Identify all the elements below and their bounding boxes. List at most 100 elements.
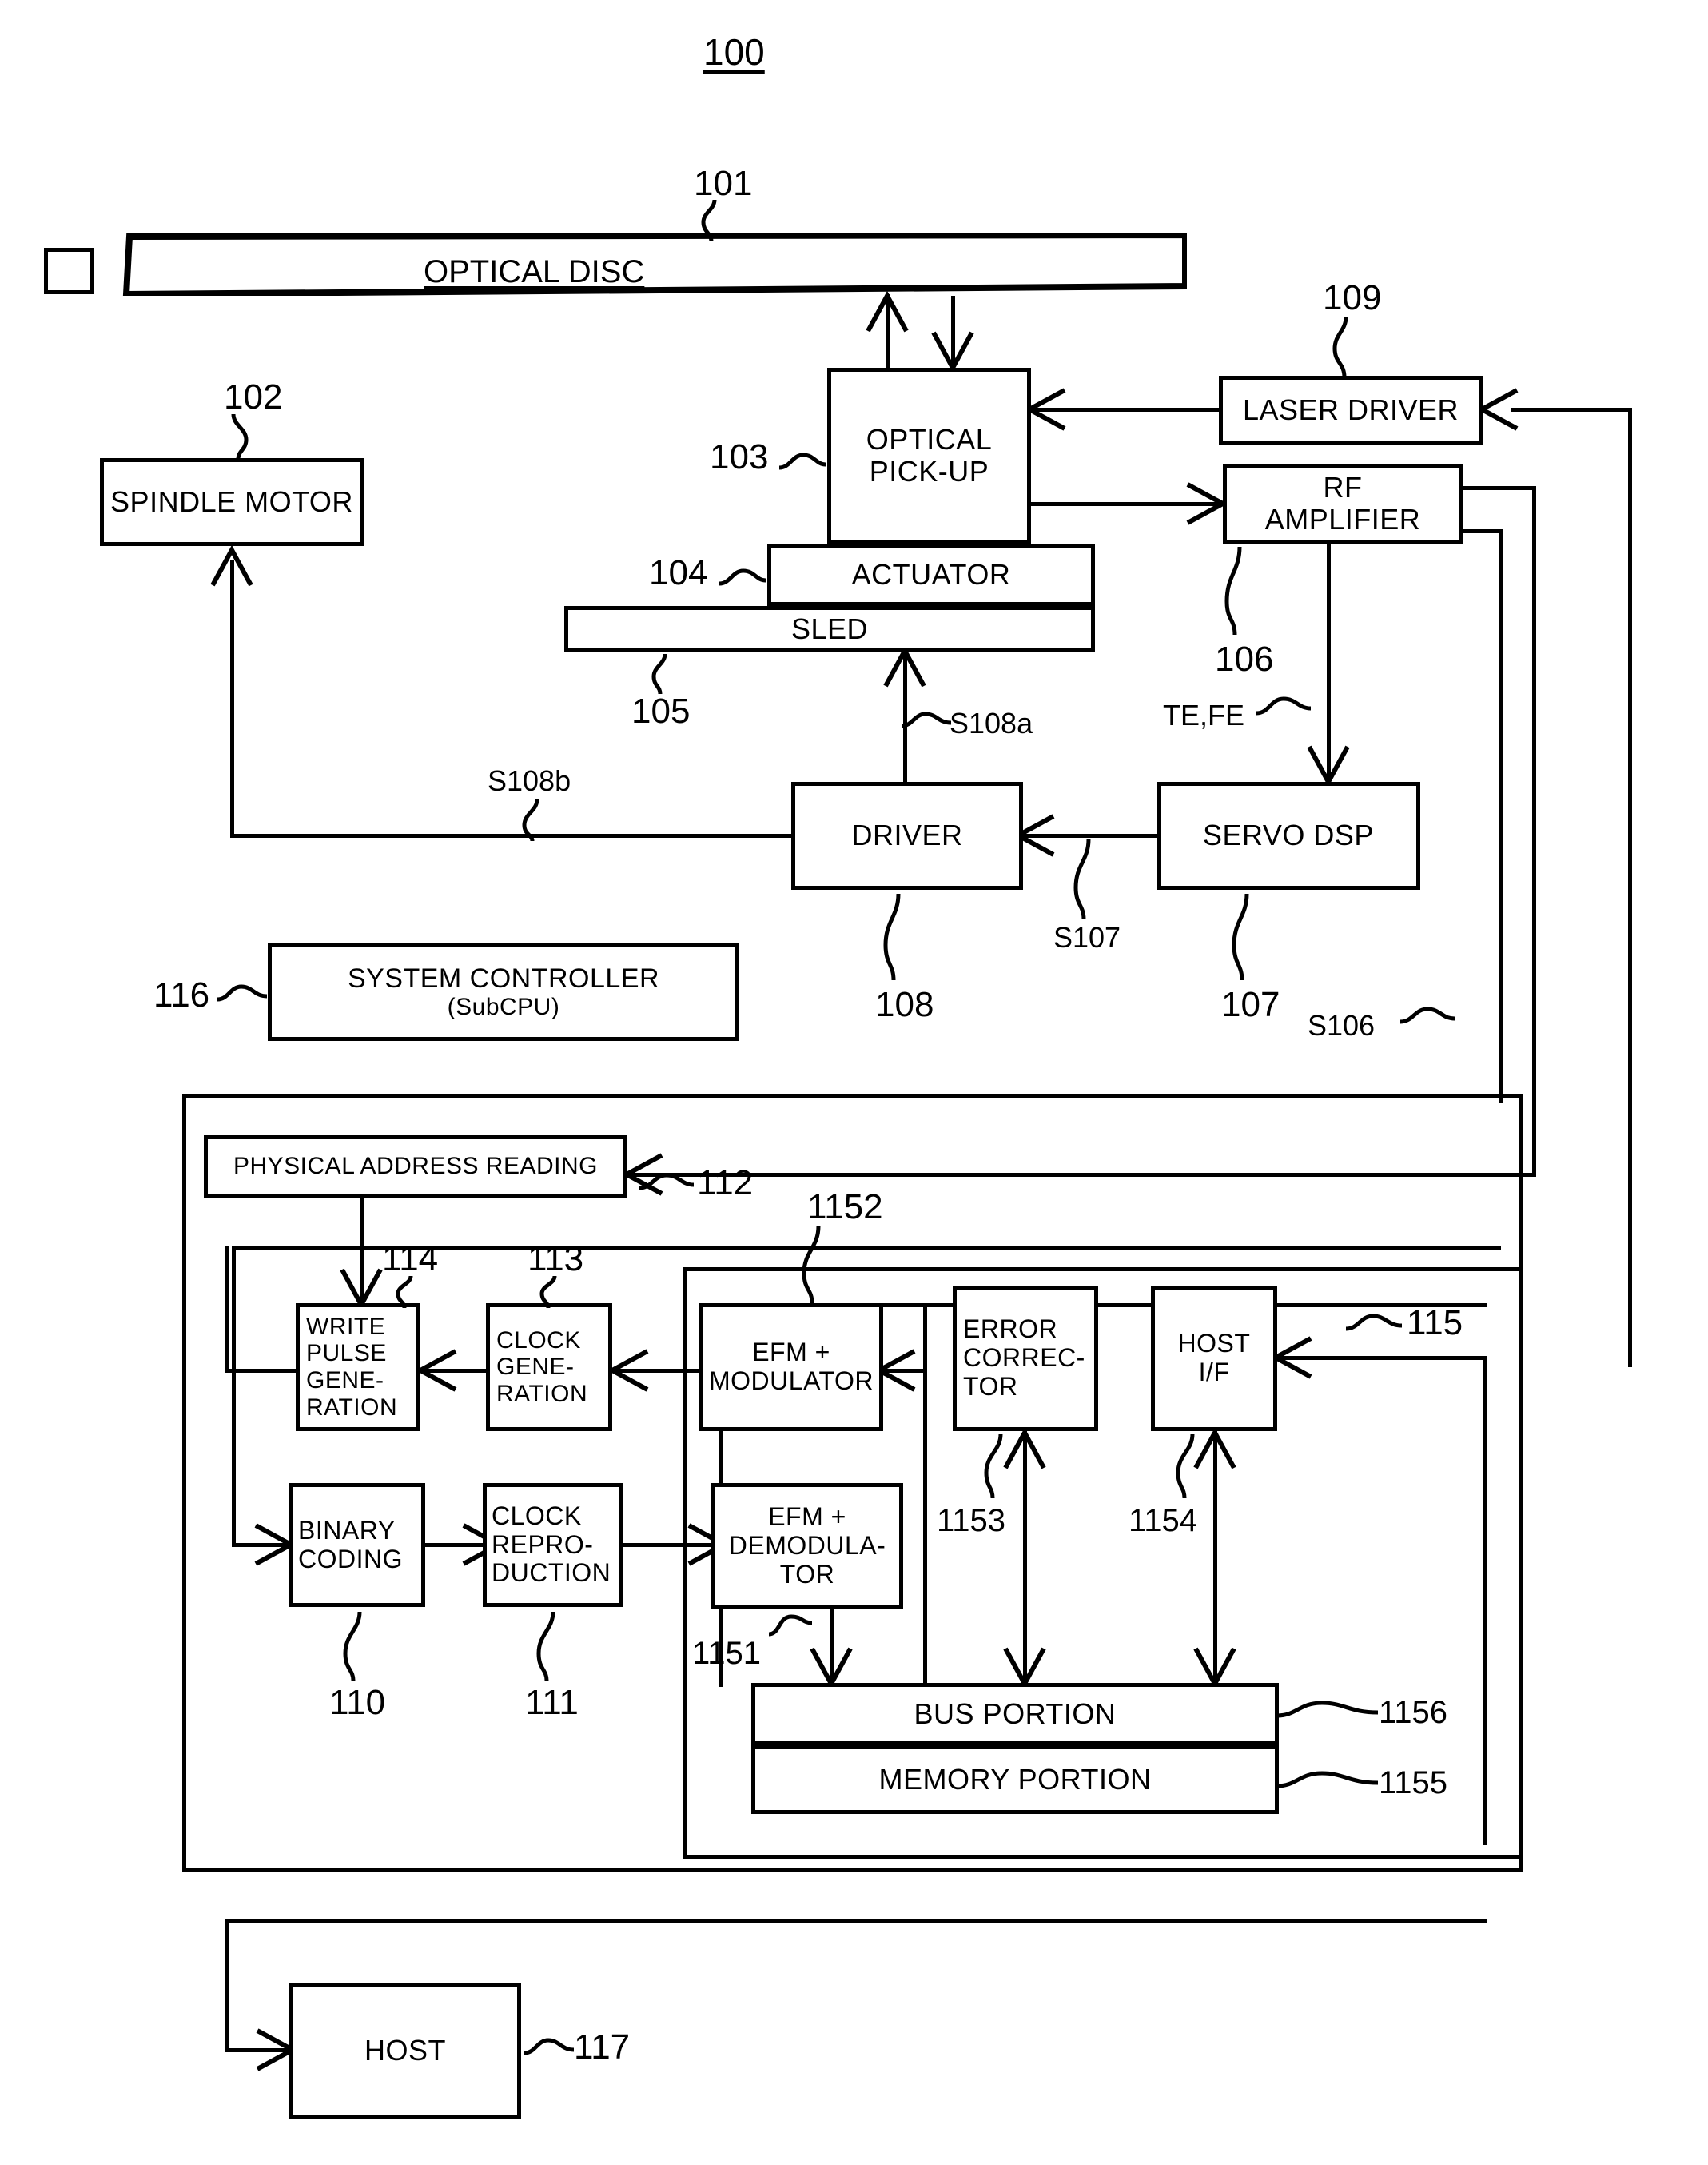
leader-1154: [1175, 1433, 1207, 1499]
arrow-down-to-pickup: [931, 331, 974, 373]
actuator-label: ACTUATOR: [851, 557, 1011, 591]
arrow-into-host: [256, 2028, 298, 2071]
clock-generation-block: CLOCK GENE- RATION: [486, 1303, 612, 1431]
figure-number: 100: [703, 31, 765, 73]
leader-109: [1330, 316, 1362, 378]
efm-demodulator-label-1: EFM +: [768, 1502, 846, 1532]
ref-109: 109: [1323, 278, 1382, 317]
laser-driver-block: LASER DRIVER: [1219, 376, 1483, 445]
arrow-into-writepulse-right: [415, 1349, 457, 1392]
write-pulse-generation-label-1: WRITE: [306, 1313, 386, 1340]
arrow-into-bus-from-efmdemod: [810, 1647, 853, 1689]
actuator-block: ACTUATOR: [767, 544, 1095, 606]
leader-s107: [1069, 839, 1101, 920]
system-controller-label-1: SYSTEM CONTROLLER: [347, 963, 660, 995]
wire-rf-tapB-h: [1459, 529, 1503, 533]
arrow-into-efmmod: [874, 1349, 916, 1392]
wire-hostif-rail-down: [1483, 1356, 1487, 1845]
error-corrector-label-3: TOR: [963, 1371, 1018, 1401]
leader-102: [225, 413, 257, 460]
s108b-signal-label: S108b: [488, 764, 571, 797]
s106-signal-label: S106: [1308, 1009, 1376, 1042]
wire-writepulse-out-left: [225, 1369, 299, 1373]
wire-rf-tapA-v: [1532, 486, 1536, 1177]
physical-address-reading-block: PHYSICAL ADDRESS READING: [204, 1135, 627, 1198]
host-if-label-1: HOST: [1177, 1329, 1251, 1358]
arrow-into-rf: [1186, 482, 1228, 525]
wire-frame-to-host-v: [225, 1919, 229, 2052]
clock-generation-label-1: CLOCK: [496, 1326, 581, 1354]
optical-disc-label: OPTICAL DISC: [424, 254, 645, 289]
write-pulse-generation-label-2: PULSE: [306, 1340, 387, 1367]
arrow-up-to-disc: [866, 290, 909, 333]
ref-111: 111: [525, 1683, 579, 1722]
wire-driver-to-spindle-v: [230, 560, 234, 836]
efm-demodulator-block: EFM + DEMODULA- TOR: [711, 1483, 903, 1609]
driver-label: DRIVER: [851, 819, 963, 852]
arrow-into-bus-from-errorcorrector: [1003, 1647, 1046, 1689]
ref-102: 102: [224, 377, 283, 417]
host-if-label-2: I/F: [1198, 1358, 1230, 1386]
leader-108: [879, 893, 911, 981]
leader-117: [524, 2037, 575, 2059]
ref-1154: 1154: [1129, 1503, 1198, 1538]
ref-113: 113: [528, 1239, 584, 1278]
binary-coding-label-1: BINARY: [298, 1515, 396, 1545]
host-if-block: HOST I/F: [1151, 1286, 1277, 1431]
driver-block: DRIVER: [791, 782, 1023, 890]
leader-106: [1220, 546, 1252, 636]
patent-figure-sheet: 100 OPTICAL DISC 101 SPINDLE MOTOR 102 O…: [0, 0, 1708, 2165]
wire-driver-to-spindle-h: [230, 834, 794, 838]
host-block: HOST: [289, 1983, 521, 2119]
error-corrector-label-2: CORREC-: [963, 1343, 1085, 1373]
spindle-motor-block: SPINDLE MOTOR: [100, 458, 364, 546]
binary-coding-label-2: CODING: [298, 1544, 403, 1573]
efm-modulator-label-1: EFM +: [752, 1338, 830, 1367]
ref-1152: 1152: [807, 1187, 883, 1226]
write-pulse-generation-block: WRITE PULSE GENE- RATION: [296, 1303, 420, 1431]
efm-demodulator-label-3: TOR: [779, 1559, 835, 1589]
leader-1155: [1276, 1770, 1380, 1794]
leader-105: [644, 653, 676, 695]
arrow-into-binary-coding: [254, 1523, 297, 1566]
arrow-into-laserdriver: [1476, 388, 1519, 431]
leader-103: [778, 452, 827, 476]
ref-1155: 1155: [1379, 1765, 1448, 1800]
optical-disc-shape: [112, 231, 1188, 298]
ref-115: 115: [1407, 1303, 1463, 1342]
rf-amplifier-label-1: RF: [1323, 470, 1363, 504]
ref-101: 101: [694, 164, 753, 203]
ref-107-block: 107: [1221, 985, 1280, 1024]
leader-115: [1345, 1313, 1403, 1335]
system-controller-block: SYSTEM CONTROLLER (SubCPU): [268, 943, 739, 1041]
ref-1153: 1153: [937, 1503, 1006, 1538]
arrow-into-bus-from-hostif: [1193, 1647, 1236, 1689]
leader-112: [639, 1172, 695, 1194]
wire-s106-down-left: [232, 1246, 236, 1545]
wire-writepulse-rail-v: [1628, 408, 1632, 1367]
ref-103: 103: [710, 437, 769, 476]
leader-1152: [801, 1226, 833, 1304]
ref-108: 108: [875, 985, 934, 1024]
clock-reproduction-block: CLOCK REPRO- DUCTION: [483, 1483, 623, 1607]
arrow-into-servodsp: [1307, 745, 1350, 787]
arrow-into-clockgen: [607, 1349, 649, 1392]
leader-1156: [1276, 1700, 1380, 1724]
bus-portion-label: BUS PORTION: [914, 1697, 1117, 1730]
disc-hub: [44, 248, 94, 294]
optical-pickup-label-1: OPTICAL: [866, 422, 993, 456]
wire-to-physical-address-reading: [631, 1173, 1536, 1177]
clock-reproduction-label-2: REPRO-: [492, 1529, 594, 1559]
ref-104: 104: [649, 553, 708, 592]
ref-106: 106: [1215, 640, 1274, 679]
ref-110: 110: [329, 1683, 386, 1722]
leader-1153: [983, 1433, 1015, 1499]
host-label: HOST: [364, 2033, 446, 2067]
clock-reproduction-label-3: DUCTION: [492, 1558, 611, 1588]
memory-portion-block: MEMORY PORTION: [751, 1745, 1279, 1814]
arrow-into-hostif: [1270, 1336, 1312, 1379]
rf-amplifier-label-2: AMPLIFIER: [1264, 503, 1421, 536]
te-fe-signal-label: TE,FE: [1163, 699, 1245, 732]
error-corrector-block: ERROR CORREC- TOR: [953, 1286, 1098, 1431]
optical-pickup-label-2: PICK-UP: [869, 455, 989, 488]
